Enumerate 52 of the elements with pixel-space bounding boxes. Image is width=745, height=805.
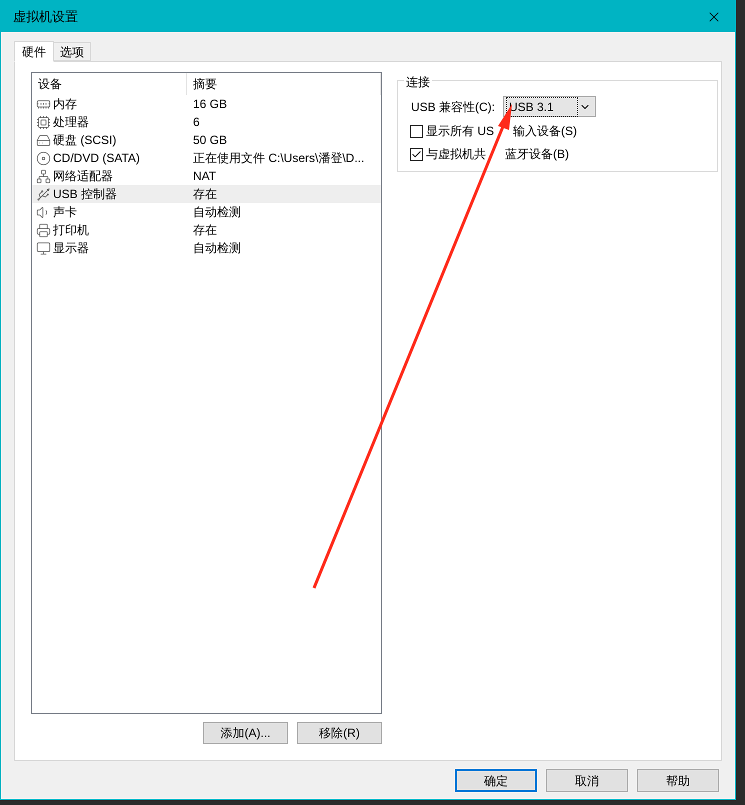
checkbox[interactable] [410, 124, 423, 138]
device-row[interactable]: 网络适配器 NAT [32, 167, 381, 185]
device-summary: 自动检测 [192, 240, 241, 257]
device-summary: NAT [192, 168, 216, 185]
checkbox-label: 与虚拟机共 [426, 146, 486, 163]
dialog-button[interactable]: 取消 [546, 769, 628, 792]
usb-icon [36, 186, 51, 202]
checkbox-label: 输入设备(S) [513, 123, 578, 140]
group-title: 连接 [404, 73, 432, 91]
checkbox[interactable] [410, 148, 423, 160]
dialog-button[interactable]: 帮助 [637, 769, 719, 792]
device-summary: 正在使用文件 C:\Users\潘登\D... [192, 150, 364, 167]
list-button[interactable]: 添加(A)... [203, 722, 288, 744]
device-summary: 6 [192, 114, 200, 131]
device-name: 声卡 [53, 204, 77, 221]
window-title: 虚拟机设置 [13, 8, 78, 26]
device-name: 网络适配器 [53, 168, 113, 185]
device-summary: 自动检测 [192, 204, 241, 221]
device-row[interactable]: 声卡 自动检测 [32, 203, 381, 221]
device-name: 打印机 [53, 222, 89, 239]
device-name: 处理器 [53, 114, 89, 131]
compat-label: USB 兼容性(C): [411, 98, 495, 116]
tab[interactable]: 硬件 [14, 41, 54, 62]
checkbox-label: 显示所有 US [426, 123, 494, 140]
monitor-icon [36, 240, 51, 256]
device-name: 硬盘 (SCSI) [53, 132, 116, 149]
device-summary: 存在 [192, 222, 217, 239]
column-header[interactable]: 设备 [32, 73, 187, 95]
column-header[interactable]: 摘要 [187, 73, 381, 95]
disc-icon [36, 150, 51, 166]
device-name: 内存 [53, 96, 77, 113]
device-summary: 50 GB [192, 132, 228, 149]
network-icon [36, 168, 51, 184]
device-row[interactable]: USB 控制器 存在 [32, 185, 381, 203]
checkbox-label: 蓝牙设备(B) [505, 146, 569, 163]
tab[interactable]: 选项 [54, 42, 91, 61]
device-row[interactable]: 打印机 存在 [32, 221, 381, 239]
device-name: 显示器 [53, 240, 89, 257]
device-row[interactable]: 显示器 自动检测 [32, 239, 381, 257]
device-summary: 16 GB [192, 96, 228, 113]
device-name: USB 控制器 [53, 186, 118, 203]
device-row[interactable]: 处理器 6 [32, 113, 381, 131]
device-row[interactable]: 内存 16 GB [32, 95, 381, 113]
printer-icon [36, 222, 51, 238]
dialog-button[interactable]: 确定 [455, 769, 537, 792]
device-row[interactable]: 硬盘 (SCSI) 50 GB [32, 131, 381, 149]
list-button[interactable]: 移除(R) [297, 722, 382, 744]
drive-icon [36, 132, 51, 148]
device-summary: 存在 [192, 186, 217, 203]
chip-icon [36, 114, 51, 130]
device-row[interactable]: CD/DVD (SATA) 正在使用文件 C:\Users\潘登\D... [32, 149, 381, 167]
device-name: CD/DVD (SATA) [53, 150, 140, 167]
